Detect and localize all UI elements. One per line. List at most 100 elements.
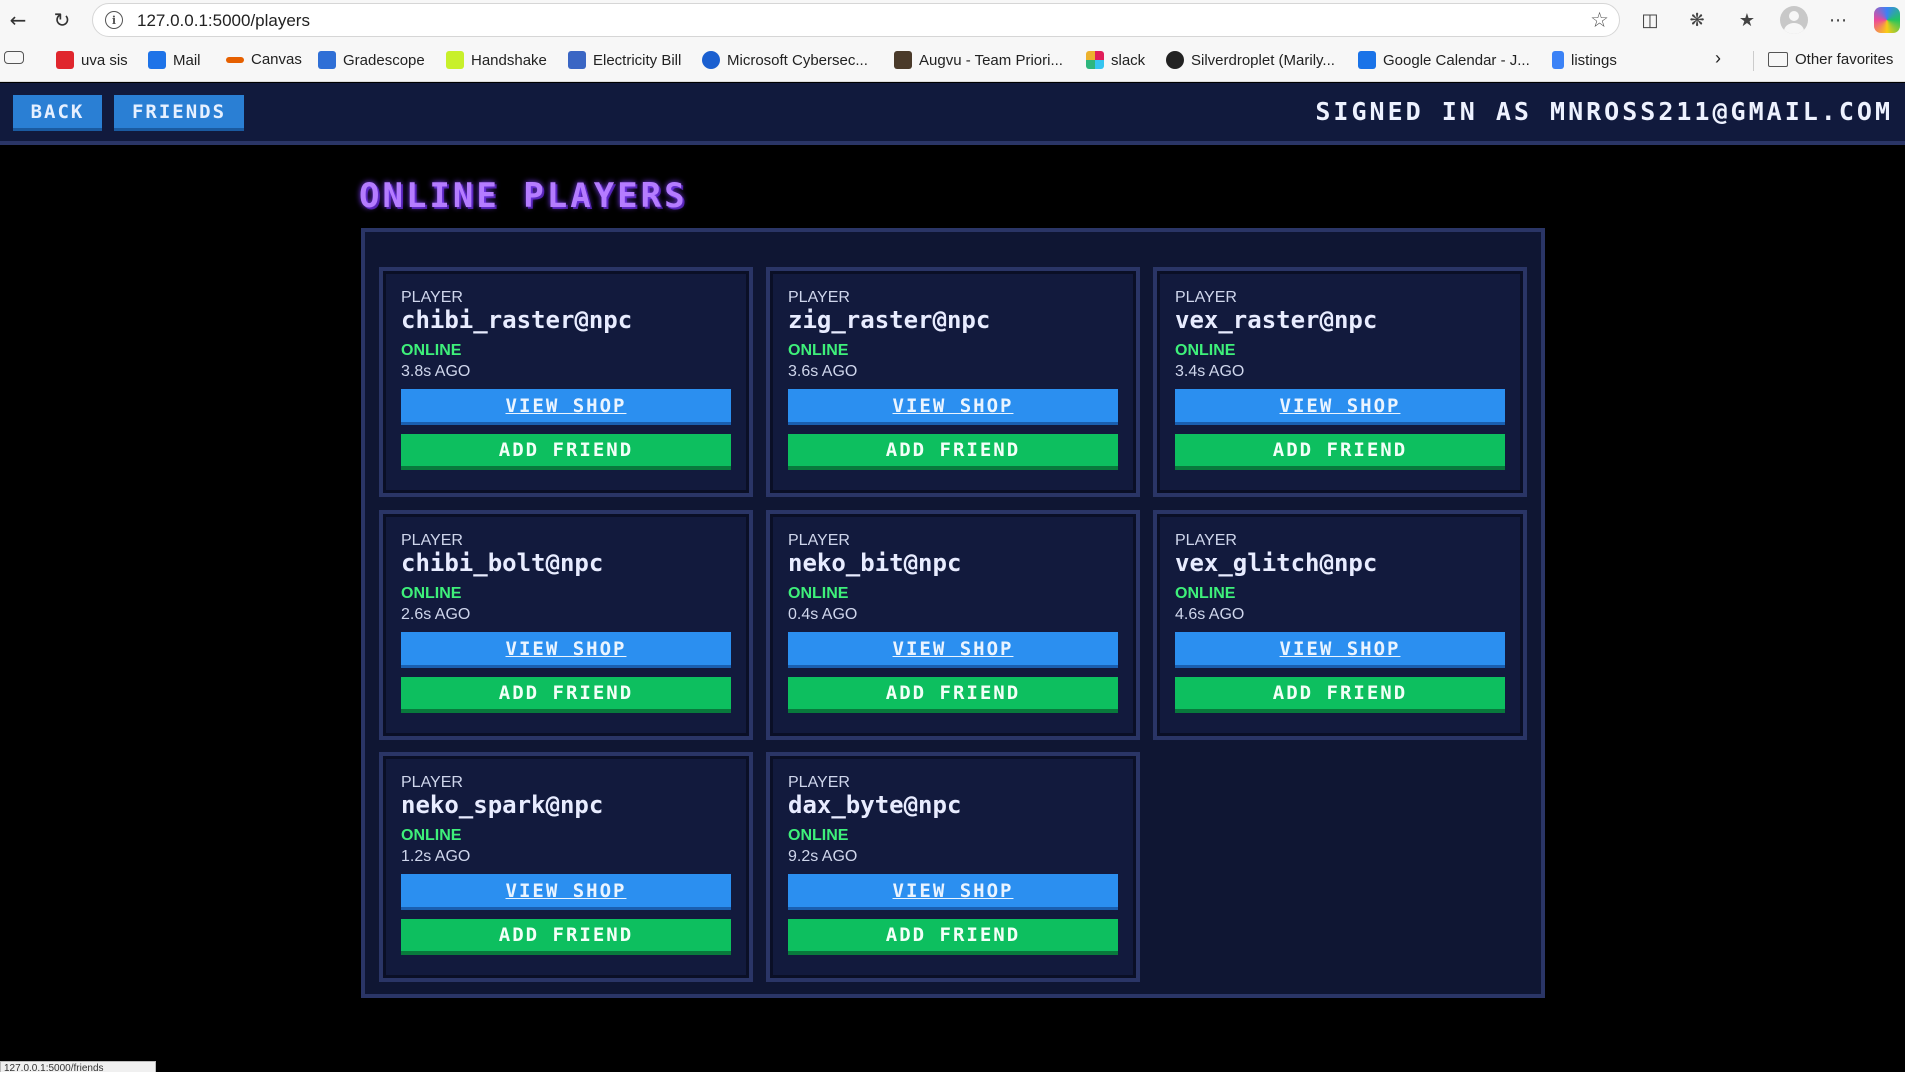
- bookmark-google-calendar[interactable]: Google Calendar - J...: [1358, 51, 1530, 69]
- back-arrow-icon[interactable]: ←: [4, 6, 32, 34]
- friends-button[interactable]: FRIENDS: [114, 95, 244, 131]
- extensions-icon[interactable]: ❋: [1683, 6, 1711, 34]
- listings-icon: [1552, 51, 1564, 69]
- player-card: PLAYER neko_spark@npc ONLINE 1.2s AGO VI…: [379, 752, 753, 982]
- last-seen: 9.2s AGO: [788, 848, 858, 865]
- copilot-icon[interactable]: [1874, 7, 1900, 33]
- bookmark-slack[interactable]: slack: [1086, 51, 1145, 69]
- favorites-divider: [1753, 51, 1754, 71]
- player-name: chibi_bolt@npc: [401, 549, 604, 577]
- bookmark-handshake[interactable]: Handshake: [446, 51, 547, 69]
- player-label: PLAYER: [1175, 532, 1237, 549]
- view-shop-button[interactable]: VIEW SHOP: [401, 632, 731, 668]
- view-shop-button[interactable]: VIEW SHOP: [788, 874, 1118, 910]
- player-label: PLAYER: [1175, 289, 1237, 306]
- view-shop-button[interactable]: VIEW SHOP: [788, 632, 1118, 668]
- players-panel: PLAYER chibi_raster@npc ONLINE 3.8s AGO …: [361, 228, 1545, 998]
- bookmark-electricity-bill[interactable]: Electricity Bill: [568, 51, 681, 69]
- player-name: dax_byte@npc: [788, 791, 962, 819]
- status-badge: ONLINE: [401, 585, 462, 602]
- add-friend-button[interactable]: ADD FRIEND: [1175, 677, 1505, 713]
- bookmark-microsoft-cybersec[interactable]: Microsoft Cybersec...: [702, 51, 868, 69]
- view-shop-button[interactable]: VIEW SHOP: [1175, 389, 1505, 425]
- bookmark-icon: [56, 51, 74, 69]
- signed-in-label: SIGNED IN AS MNROSS211@GMAIL.COM: [1315, 97, 1893, 126]
- gradescope-icon: [318, 51, 336, 69]
- slack-icon: [1086, 51, 1104, 69]
- browser-chrome: ← ↻ i 127.0.0.1:5000/players ☆ ◫ ❋ ★ ⋯ u…: [0, 0, 1905, 82]
- add-friend-button[interactable]: ADD FRIEND: [788, 434, 1118, 470]
- favorite-star-icon[interactable]: ☆: [1590, 8, 1609, 32]
- more-bookmarks-chevron-icon[interactable]: ›: [1715, 48, 1721, 69]
- player-card: PLAYER vex_glitch@npc ONLINE 4.6s AGO VI…: [1153, 510, 1527, 740]
- last-seen: 3.4s AGO: [1175, 363, 1245, 380]
- status-badge: ONLINE: [788, 827, 849, 844]
- status-badge: ONLINE: [401, 342, 462, 359]
- page-title: ONLINE PLAYERS: [359, 176, 688, 216]
- other-favorites[interactable]: Other favorites: [1768, 51, 1893, 68]
- player-label: PLAYER: [401, 774, 463, 791]
- last-seen: 4.6s AGO: [1175, 606, 1245, 623]
- status-bar-url: 127.0.0.1:5000/friends: [0, 1061, 156, 1072]
- add-friend-button[interactable]: ADD FRIEND: [401, 919, 731, 955]
- add-friend-button[interactable]: ADD FRIEND: [401, 677, 731, 713]
- canvas-icon: [226, 56, 244, 63]
- player-label: PLAYER: [788, 289, 850, 306]
- player-name: chibi_raster@npc: [401, 306, 633, 334]
- status-badge: ONLINE: [401, 827, 462, 844]
- last-seen: 3.8s AGO: [401, 363, 471, 380]
- favorites-bar: uva sis Mail Canvas Gradescope Handshake…: [0, 47, 1905, 75]
- player-card: PLAYER dax_byte@npc ONLINE 9.2s AGO VIEW…: [766, 752, 1140, 982]
- favorites-icon[interactable]: ★: [1733, 6, 1761, 34]
- status-badge: ONLINE: [788, 342, 849, 359]
- view-shop-button[interactable]: VIEW SHOP: [788, 389, 1118, 425]
- bookmark-silverdroplet[interactable]: Silverdroplet (Marily...: [1166, 51, 1335, 69]
- address-row: ← ↻ i 127.0.0.1:5000/players ☆ ◫ ❋ ★ ⋯: [0, 0, 1905, 40]
- reload-icon[interactable]: ↻: [48, 6, 76, 34]
- player-name: vex_raster@npc: [1175, 306, 1378, 334]
- add-friend-button[interactable]: ADD FRIEND: [788, 677, 1118, 713]
- profile-avatar[interactable]: [1780, 6, 1808, 34]
- bookmark-uva-sis[interactable]: uva sis: [56, 51, 128, 69]
- player-card: PLAYER chibi_raster@npc ONLINE 3.8s AGO …: [379, 267, 753, 497]
- reading-list-icon[interactable]: [4, 51, 24, 64]
- coursera-icon: [702, 51, 720, 69]
- player-name: zig_raster@npc: [788, 306, 991, 334]
- view-shop-button[interactable]: VIEW SHOP: [1175, 632, 1505, 668]
- player-label: PLAYER: [788, 532, 850, 549]
- player-card: PLAYER neko_bit@npc ONLINE 0.4s AGO VIEW…: [766, 510, 1140, 740]
- bookmark-augvu[interactable]: Augvu - Team Priori...: [894, 51, 1063, 69]
- last-seen: 3.6s AGO: [788, 363, 858, 380]
- back-button[interactable]: BACK: [13, 95, 102, 131]
- more-menu-icon[interactable]: ⋯: [1824, 6, 1852, 34]
- last-seen: 0.4s AGO: [788, 606, 858, 623]
- add-friend-button[interactable]: ADD FRIEND: [1175, 434, 1505, 470]
- address-bar[interactable]: i 127.0.0.1:5000/players ☆: [92, 3, 1620, 37]
- status-badge: ONLINE: [788, 585, 849, 602]
- player-name: neko_spark@npc: [401, 791, 604, 819]
- bookmark-gradescope[interactable]: Gradescope: [318, 51, 425, 69]
- status-badge: ONLINE: [1175, 342, 1236, 359]
- status-badge: ONLINE: [1175, 585, 1236, 602]
- player-label: PLAYER: [401, 289, 463, 306]
- address-url[interactable]: 127.0.0.1:5000/players: [137, 11, 310, 31]
- player-name: neko_bit@npc: [788, 549, 962, 577]
- last-seen: 1.2s AGO: [401, 848, 471, 865]
- translate-icon[interactable]: ◫: [1636, 6, 1664, 34]
- bookmark-mail[interactable]: Mail: [148, 51, 201, 69]
- folder-icon: [1768, 52, 1788, 67]
- mail-icon: [148, 51, 166, 69]
- player-name: vex_glitch@npc: [1175, 549, 1378, 577]
- site-info-icon[interactable]: i: [105, 11, 123, 29]
- view-shop-button[interactable]: VIEW SHOP: [401, 874, 731, 910]
- player-card: PLAYER zig_raster@npc ONLINE 3.6s AGO VI…: [766, 267, 1140, 497]
- augvu-icon: [894, 51, 912, 69]
- bookmark-canvas[interactable]: Canvas: [226, 51, 302, 68]
- last-seen: 2.6s AGO: [401, 606, 471, 623]
- github-icon: [1166, 51, 1184, 69]
- view-shop-button[interactable]: VIEW SHOP: [401, 389, 731, 425]
- bookmark-listings[interactable]: listings: [1552, 51, 1617, 69]
- add-friend-button[interactable]: ADD FRIEND: [788, 919, 1118, 955]
- app-header: BACK FRIENDS SIGNED IN AS MNROSS211@GMAI…: [0, 83, 1905, 145]
- add-friend-button[interactable]: ADD FRIEND: [401, 434, 731, 470]
